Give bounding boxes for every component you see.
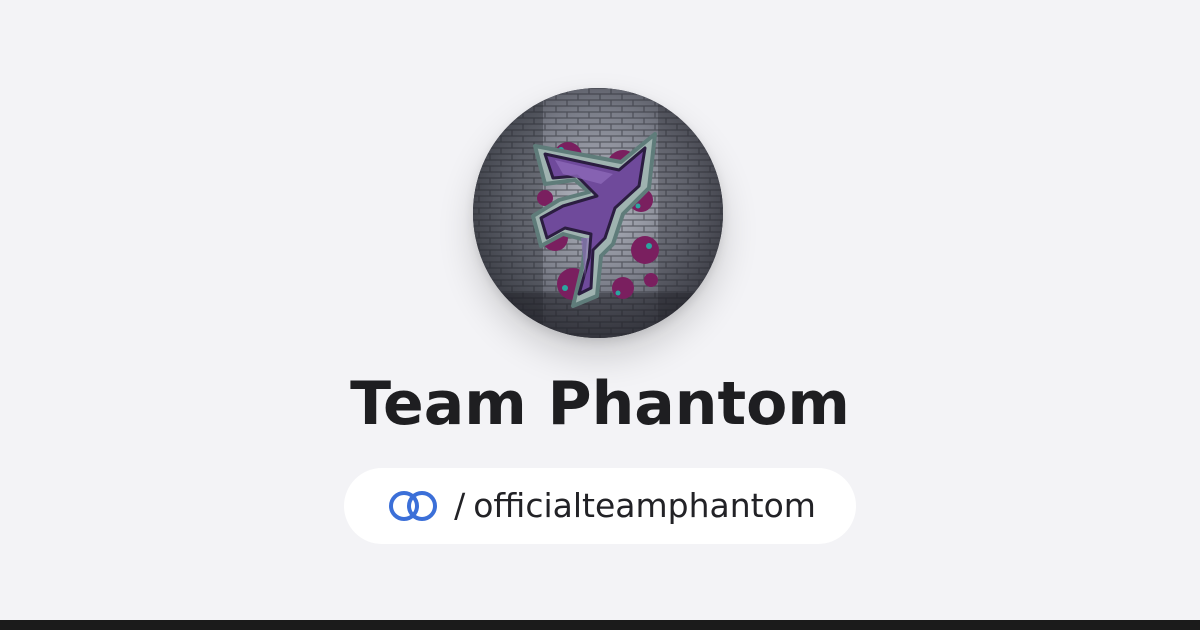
linked-rings-icon xyxy=(389,491,438,521)
bottom-bar xyxy=(0,620,1200,630)
handle-text: / officialteamphantom xyxy=(454,486,816,526)
profile-name: Team Phantom xyxy=(350,369,850,439)
handle-separator: / xyxy=(454,486,466,525)
team-phantom-logo-icon xyxy=(473,88,723,338)
profile-share-card: Team Phantom / officialteamphantom xyxy=(0,0,1200,630)
avatar xyxy=(473,88,723,338)
handle-username: officialteamphantom xyxy=(473,486,816,525)
profile-handle-link[interactable]: / officialteamphantom xyxy=(344,468,856,544)
